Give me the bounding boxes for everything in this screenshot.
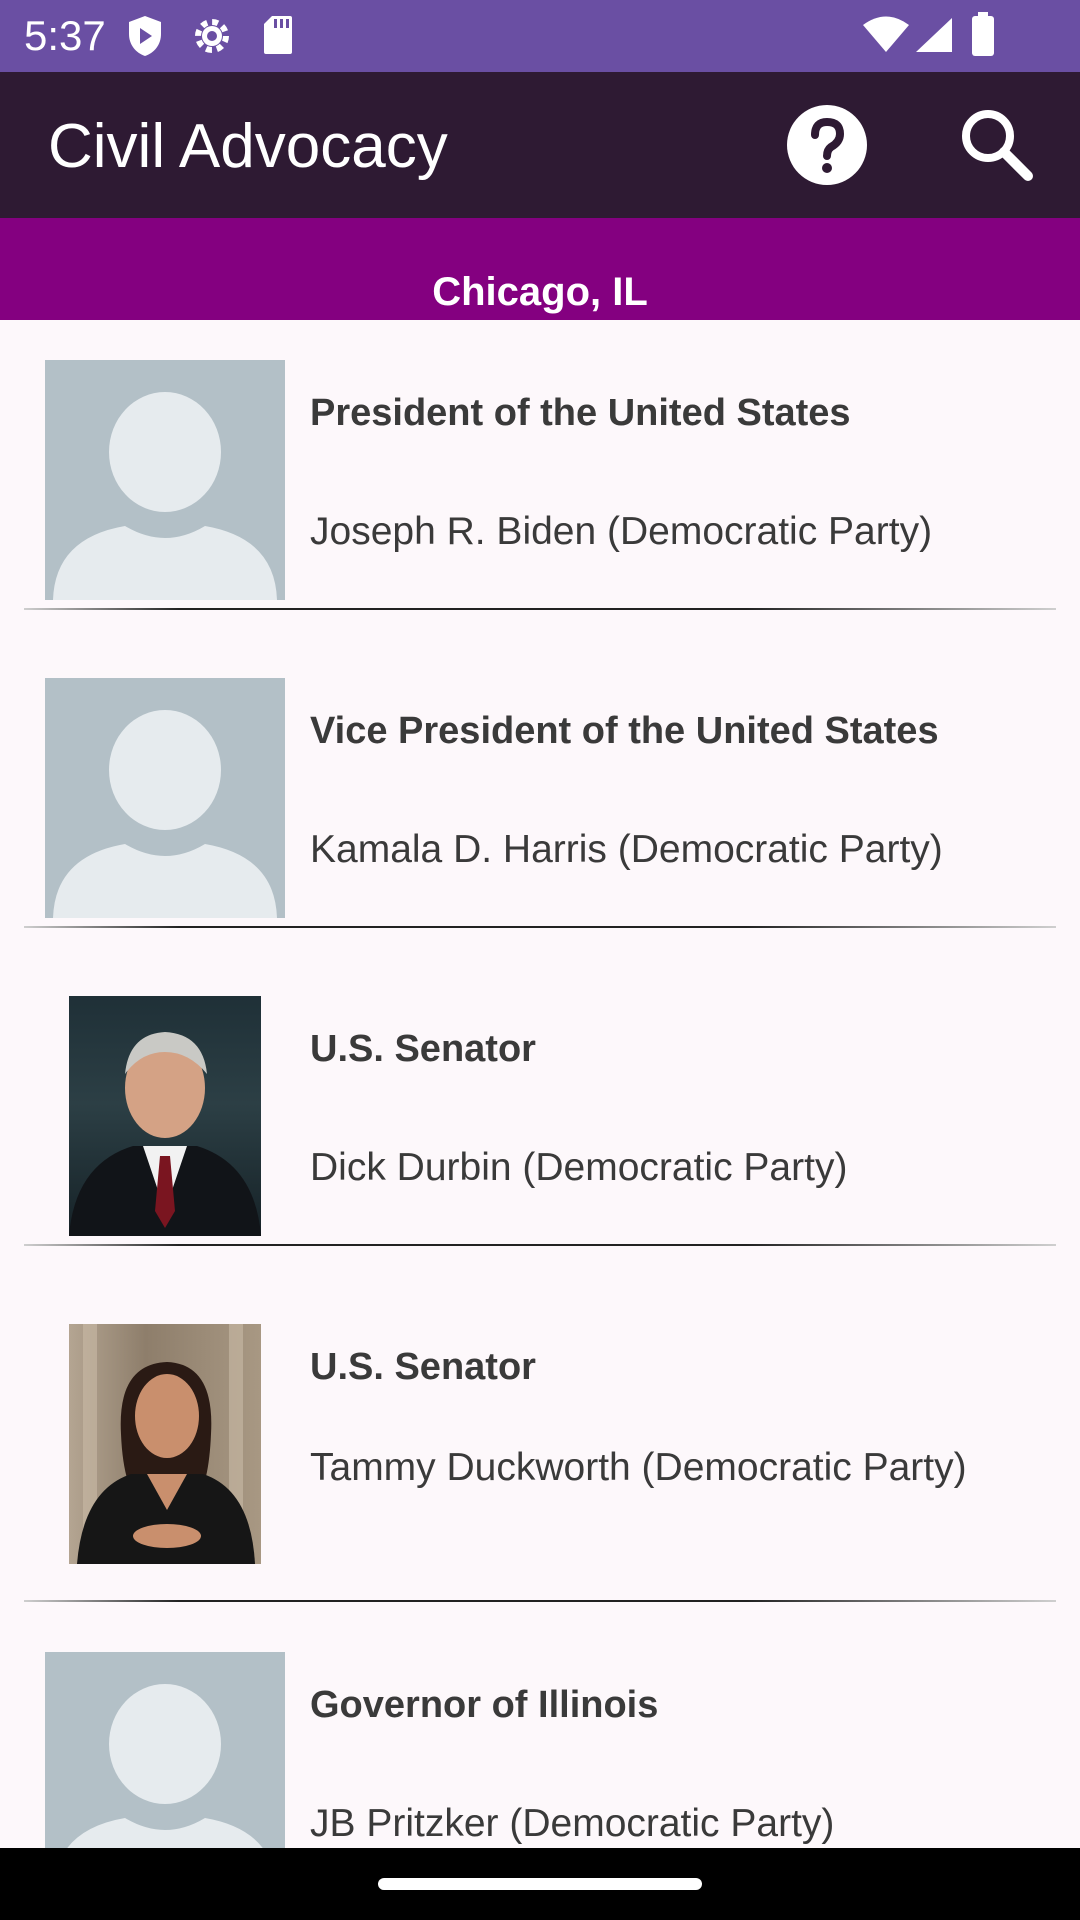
help-icon (787, 105, 867, 185)
row-divider (24, 926, 1056, 928)
official-office: U.S. Senator (310, 1346, 536, 1388)
person-silhouette-icon (53, 710, 277, 918)
official-photo (69, 996, 261, 1236)
status-time: 5:37 (24, 12, 106, 59)
official-photo-placeholder (45, 360, 285, 600)
official-name: Tammy Duckworth (Democratic Party) (310, 1446, 967, 1489)
sd-card-icon (264, 16, 292, 54)
official-office: Governor of Illinois (310, 1684, 659, 1726)
search-icon (962, 110, 1033, 181)
officials-list[interactable]: President of the United States Joseph R.… (0, 320, 1080, 1848)
official-office: U.S. Senator (310, 1028, 536, 1070)
person-silhouette-icon (67, 1684, 263, 1848)
official-row[interactable]: Vice President of the United States Kama… (0, 638, 1080, 958)
official-name: Joseph R. Biden (Democratic Party) (310, 510, 933, 553)
official-name: Dick Durbin (Democratic Party) (310, 1146, 848, 1189)
app-bar: Civil Advocacy (0, 72, 1080, 218)
location-banner: Chicago, IL (0, 218, 1080, 320)
shield-icon (129, 16, 161, 56)
official-photo-placeholder (45, 1652, 285, 1848)
home-gesture-handle[interactable] (378, 1878, 702, 1890)
official-office: President of the United States (310, 392, 851, 434)
help-button[interactable] (784, 102, 870, 188)
official-photo (69, 1324, 261, 1564)
status-bar: 5:37 (0, 0, 1080, 72)
official-row[interactable]: President of the United States Joseph R.… (0, 320, 1080, 640)
official-row[interactable]: U.S. Senator Tammy Duckworth (Democratic… (0, 1274, 1080, 1614)
signal-icon (916, 18, 952, 52)
portrait-woman-icon (77, 1324, 255, 1564)
gear-icon (195, 19, 229, 53)
search-button[interactable] (954, 102, 1040, 188)
wifi-icon (863, 16, 909, 52)
location-label: Chicago, IL (432, 270, 648, 314)
row-divider (24, 1600, 1056, 1602)
person-silhouette-icon (53, 392, 277, 600)
row-divider (24, 608, 1056, 610)
row-divider (24, 1244, 1056, 1246)
official-row[interactable]: Governor of Illinois JB Pritzker (Democr… (0, 1612, 1080, 1848)
app-title: Civil Advocacy (48, 112, 448, 181)
official-row[interactable]: U.S. Senator Dick Durbin (Democratic Par… (0, 956, 1080, 1276)
portrait-man-icon (69, 1032, 261, 1236)
official-photo-placeholder (45, 678, 285, 918)
official-name: Kamala D. Harris (Democratic Party) (310, 828, 943, 871)
official-office: Vice President of the United States (310, 710, 939, 752)
official-name: JB Pritzker (Democratic Party) (310, 1802, 835, 1845)
battery-icon (972, 12, 994, 56)
navigation-bar (0, 1848, 1080, 1920)
